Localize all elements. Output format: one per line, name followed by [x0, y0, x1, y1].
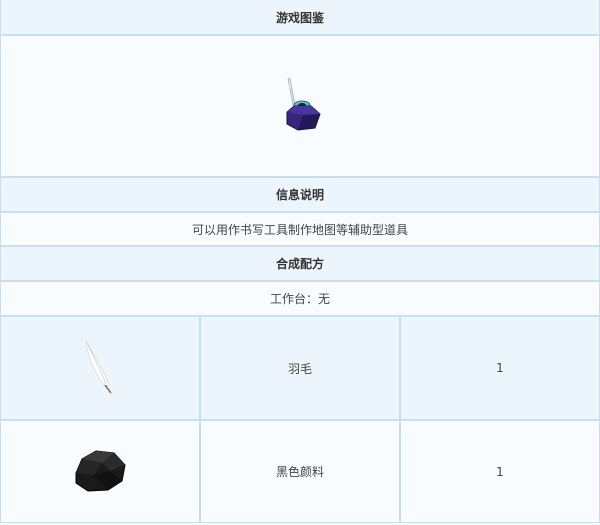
recipe-heading: 合成配方: [1, 247, 599, 282]
ingredient-name: 羽毛: [287, 361, 312, 376]
ingredient-count-cell: 1: [401, 421, 599, 522]
ingredient-name-cell: 黑色颜料: [201, 421, 401, 522]
ingredient-row: 黑色颜料 1: [1, 421, 599, 523]
ingredient-name-cell: 羽毛: [201, 317, 401, 419]
info-description: 可以用作书写工具制作地图等辅助型道具: [1, 213, 599, 247]
ingredient-icon-cell: [1, 317, 201, 419]
info-heading-text: 信息说明: [275, 188, 324, 202]
black-dye-icon: [70, 445, 130, 498]
ingredient-count: 1: [496, 361, 504, 375]
info-description-text: 可以用作书写工具制作地图等辅助型道具: [191, 222, 408, 237]
encyclopedia-title: 游戏图鉴: [1, 0, 599, 36]
recipe-heading-text: 合成配方: [275, 257, 324, 271]
feather-icon: [80, 339, 120, 398]
ingredient-row: 羽毛 1: [1, 317, 599, 421]
crafting-bench-text: 工作台：无: [269, 292, 330, 306]
info-heading: 信息说明: [1, 178, 599, 213]
title-text: 游戏图鉴: [275, 10, 324, 25]
crafting-bench-row: 工作台：无: [1, 282, 599, 317]
ingredient-name: 黑色颜料: [275, 465, 324, 479]
inkwell-quill-icon: [275, 75, 325, 138]
ingredient-count-cell: 1: [401, 317, 599, 419]
ingredient-count: 1: [496, 464, 504, 479]
encyclopedia-table: 游戏图鉴 信息说明 可以用作书写工具制作地图等辅助型道具 合成配方 工作台：无: [0, 0, 600, 523]
item-image-row: [1, 36, 599, 178]
ingredient-icon-cell: [1, 421, 201, 522]
